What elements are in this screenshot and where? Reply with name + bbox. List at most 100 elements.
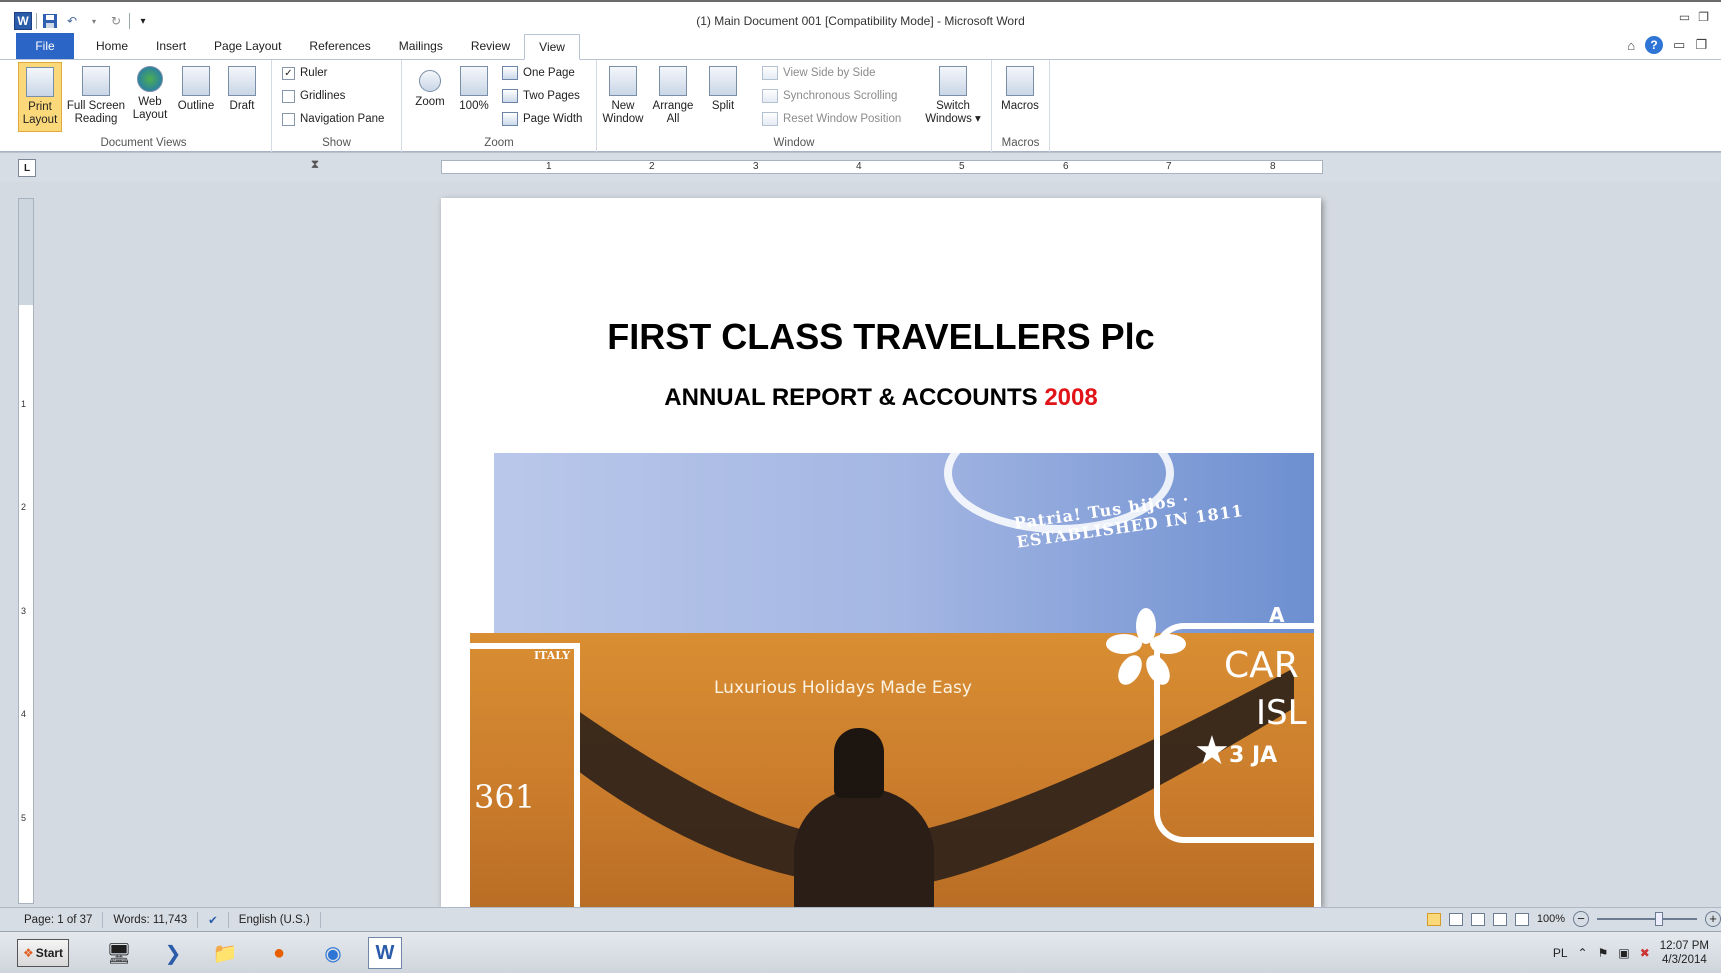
minimize-ribbon-icon[interactable]: ⌂ — [1627, 38, 1635, 53]
checkbox-checked: ✓ — [282, 66, 295, 80]
status-bar-right: 100% − + — [1426, 911, 1721, 927]
tab-mailings[interactable]: Mailings — [385, 33, 457, 59]
document-year: 2008 — [1044, 384, 1098, 411]
document-subtitle[interactable]: ANNUAL REPORT & ACCOUNTS 2008 — [441, 384, 1321, 412]
horizontal-ruler[interactable]: 1 2 3 4 5 6 7 8 — [441, 160, 1323, 174]
split-button[interactable]: Split — [701, 62, 745, 132]
restore-doc-icon[interactable]: ❐ — [1695, 37, 1707, 53]
tab-file[interactable]: File — [16, 33, 74, 59]
app-icon[interactable]: ◉ — [316, 937, 350, 969]
powershell-icon[interactable]: ❯ — [156, 937, 190, 969]
document-title[interactable]: FIRST CLASS TRAVELLERS Plc — [441, 316, 1321, 358]
ruler-number: 5 — [959, 161, 965, 172]
document-area[interactable]: 1 2 3 4 5 FIRST CLASS TRAVELLERS Plc ANN… — [0, 182, 1721, 907]
stamp-italy — [470, 643, 580, 907]
zoom-slider[interactable] — [1597, 912, 1697, 926]
globe-icon — [137, 66, 163, 92]
sync-scroll-icon — [762, 89, 778, 103]
tab-insert[interactable]: Insert — [142, 33, 200, 59]
group-window: New Window Arrange All Split View Side b… — [597, 60, 992, 152]
navigation-pane-checkbox[interactable]: Navigation Pane — [282, 110, 384, 128]
person-head — [834, 728, 884, 798]
web-layout-button[interactable]: Web Layout — [128, 62, 172, 132]
ruler-checkbox[interactable]: ✓ Ruler — [282, 64, 327, 82]
word-count[interactable]: Words: 11,743 — [103, 911, 199, 928]
group-zoom: Zoom 100% One Page Two Pages Page Width … — [402, 60, 597, 152]
vertical-ruler[interactable]: 1 2 3 4 5 — [18, 198, 34, 904]
word-taskbar-icon[interactable]: W — [368, 937, 402, 969]
zoom-out-icon[interactable]: − — [1573, 911, 1589, 927]
one-page-button[interactable]: One Page — [502, 64, 575, 82]
cover-image[interactable]: Patria! Tus hijos · ESTABLISHED IN 1811 … — [470, 413, 1321, 907]
file-explorer-icon[interactable]: 📁 — [208, 937, 242, 969]
reset-window-icon — [762, 112, 778, 126]
zoom-button[interactable]: Zoom — [408, 62, 452, 132]
proofing-check-icon: ✔ — [208, 914, 218, 927]
indent-marker-icon[interactable]: ⧗ — [308, 157, 322, 179]
view-side-by-side-button[interactable]: View Side by Side — [762, 64, 875, 82]
draft-icon — [228, 66, 256, 96]
full-screen-reading-button[interactable]: Full Screen Reading — [66, 62, 126, 132]
ruler-number: 8 — [1270, 161, 1276, 172]
page-count[interactable]: Page: 1 of 37 — [0, 911, 104, 928]
volume-muted-icon[interactable]: ✖ — [1640, 946, 1650, 960]
page-width-button[interactable]: Page Width — [502, 110, 582, 128]
arrange-all-button[interactable]: Arrange All — [651, 62, 695, 132]
two-pages-button[interactable]: Two Pages — [502, 87, 580, 105]
macros-button[interactable]: Macros — [998, 62, 1042, 132]
language-indicator[interactable]: PL — [1553, 946, 1568, 960]
star-icon: ★ — [1194, 729, 1230, 773]
zoom-in-icon[interactable]: + — [1705, 911, 1721, 927]
full-screen-reading-view-icon[interactable] — [1448, 912, 1463, 926]
reset-window-position-button[interactable]: Reset Window Position — [762, 110, 901, 128]
print-layout-icon — [26, 67, 54, 97]
outline-button[interactable]: Outline — [174, 62, 218, 132]
minimize-icon[interactable]: ▭ — [1679, 10, 1690, 24]
server-manager-icon[interactable]: 🖥 — [102, 937, 136, 969]
cover-tagline: Luxurious Holidays Made Easy — [714, 678, 972, 698]
minimize-doc-icon[interactable]: ▭ — [1673, 37, 1685, 53]
split-icon — [709, 66, 737, 96]
draft-view-icon[interactable] — [1514, 912, 1529, 926]
switch-windows-button[interactable]: Switch Windows ▾ — [923, 62, 983, 132]
zoom-level[interactable]: 100% — [1537, 913, 1565, 925]
ruler-bar: L ⧗ 1 2 3 4 5 6 7 8 — [0, 152, 1721, 182]
print-layout-button[interactable]: Print Layout — [18, 62, 62, 132]
tab-view[interactable]: View — [524, 34, 580, 60]
firefox-icon[interactable]: ● — [262, 937, 296, 969]
group-label: Document Views — [100, 137, 187, 149]
zoom-slider-thumb[interactable] — [1655, 912, 1663, 926]
ruler-number: 2 — [21, 502, 27, 512]
print-layout-view-icon[interactable] — [1426, 912, 1441, 926]
tab-home[interactable]: Home — [82, 33, 142, 59]
clock[interactable]: 12:07 PM 4/3/2014 — [1660, 939, 1709, 967]
document-page[interactable]: FIRST CLASS TRAVELLERS Plc ANNUAL REPORT… — [441, 198, 1321, 907]
start-button[interactable]: ❖ Start — [17, 939, 69, 967]
show-hidden-icons-icon[interactable]: ⌃ — [1578, 946, 1588, 960]
new-window-button[interactable]: New Window — [601, 62, 645, 132]
language-status[interactable]: English (U.S.) — [229, 911, 321, 928]
help-icon[interactable]: ? — [1645, 36, 1664, 54]
web-layout-view-icon[interactable] — [1470, 912, 1485, 926]
proofing-status[interactable]: ✔ — [198, 911, 229, 928]
tab-review[interactable]: Review — [457, 33, 524, 59]
restore-icon[interactable]: ❐ — [1698, 10, 1709, 24]
network-icon[interactable]: ▣ — [1618, 946, 1629, 960]
full-screen-reading-icon — [82, 66, 110, 96]
ruler-number: 7 — [1166, 161, 1172, 172]
flag-icon[interactable]: ⚑ — [1598, 946, 1609, 960]
ribbon-window-controls: ⌂ ? ▭ ❐ — [1627, 36, 1707, 54]
ribbon-tabs: File Home Insert Page Layout References … — [0, 32, 1721, 60]
zoom-100-button[interactable]: 100% — [452, 62, 496, 132]
tab-references[interactable]: References — [295, 33, 384, 59]
outline-view-icon[interactable] — [1492, 912, 1507, 926]
tab-selector[interactable]: L — [18, 159, 36, 177]
draft-button[interactable]: Draft — [220, 62, 264, 132]
synchronous-scrolling-button[interactable]: Synchronous Scrolling — [762, 87, 897, 105]
taskbar: ❖ Start 🖥 ❯ 📁 ● ◉ W PL ⌃ ⚑ ▣ ✖ 12:07 PM … — [0, 931, 1721, 973]
tab-page-layout[interactable]: Page Layout — [200, 33, 295, 59]
switch-windows-icon — [939, 66, 967, 96]
stamp-right-text-3ja: 3 JA — [1229, 743, 1278, 768]
gridlines-checkbox[interactable]: Gridlines — [282, 87, 345, 105]
outline-icon — [182, 66, 210, 96]
